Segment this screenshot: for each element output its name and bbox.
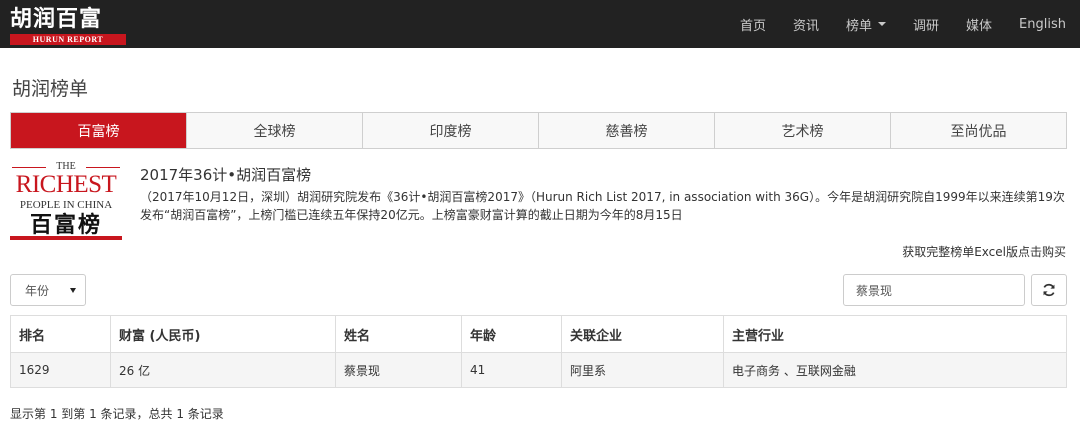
logo-chinese-text: 胡润百富 xyxy=(10,6,103,32)
nav-media[interactable]: 媒体 xyxy=(966,15,992,34)
cell-age: 41 xyxy=(461,352,562,388)
pagination-info: 显示第 1 到第 1 条记录，总共 1 条记录 xyxy=(10,407,224,421)
list-tabs: 百富榜 全球榜 印度榜 慈善榜 艺术榜 至尚优品 xyxy=(10,112,1067,149)
tab-luxury[interactable]: 至尚优品 xyxy=(890,113,1066,148)
tab-india[interactable]: 印度榜 xyxy=(362,113,538,148)
header-age[interactable]: 年龄 xyxy=(461,315,562,353)
nav-lists-dropdown[interactable]: 榜单 xyxy=(846,15,887,34)
intro-description: （2017年10月12日，深圳）胡润研究院发布《36计•胡润百富榜2017》（H… xyxy=(140,190,1065,222)
intro-title: 2017年36计•胡润百富榜 xyxy=(140,166,312,184)
cell-industry: 电子商务 、互联网金融 xyxy=(723,352,1067,388)
refresh-icon xyxy=(1043,283,1055,297)
main-nav: 首页 资讯 榜单 调研 媒体 English xyxy=(713,0,1066,48)
tab-art[interactable]: 艺术榜 xyxy=(714,113,890,148)
search-input[interactable] xyxy=(843,274,1025,306)
cell-company: 阿里系 xyxy=(561,352,724,388)
cell-wealth: 26 亿 xyxy=(110,352,336,388)
logo-english-text: HURUN REPORT xyxy=(10,34,126,45)
logo-richest: RICHEST xyxy=(15,171,117,198)
nav-lists-label: 榜单 xyxy=(846,18,873,34)
table-row[interactable]: 1629 26 亿 蔡景现 41 阿里系 电子商务 、互联网金融 xyxy=(10,352,1067,388)
nav-english[interactable]: English xyxy=(1019,17,1066,32)
header-industry[interactable]: 主营行业 xyxy=(723,315,1067,353)
buy-excel-link[interactable]: 获取完整榜单Excel版点击购买 xyxy=(902,243,1066,260)
logo-baifubang: 百富榜 xyxy=(29,212,102,238)
header-wealth[interactable]: 财富 (人民币) xyxy=(110,315,336,353)
logo-underline xyxy=(10,236,122,240)
top-navbar: 胡润百富 HURUN REPORT 首页 资讯 榜单 调研 媒体 English xyxy=(0,0,1080,48)
refresh-button[interactable] xyxy=(1031,274,1067,306)
nav-news[interactable]: 资讯 xyxy=(793,15,819,34)
chevron-down-icon xyxy=(70,288,76,293)
tab-philanthropy[interactable]: 慈善榜 xyxy=(538,113,714,148)
nav-home[interactable]: 首页 xyxy=(740,15,766,34)
hurun-logo[interactable]: 胡润百富 HURUN REPORT xyxy=(10,5,128,45)
page-title: 胡润榜单 xyxy=(12,78,89,100)
nav-research[interactable]: 调研 xyxy=(913,15,939,34)
header-company[interactable]: 关联企业 xyxy=(561,315,724,353)
table-header-row: 排名 财富 (人民币) 姓名 年龄 关联企业 主营行业 xyxy=(10,315,1067,353)
caret-down-icon xyxy=(878,22,887,26)
cell-name: 蔡景现 xyxy=(335,352,462,388)
tab-global[interactable]: 全球榜 xyxy=(186,113,362,148)
tab-rich-list[interactable]: 百富榜 xyxy=(11,113,186,148)
year-select[interactable]: 年份 xyxy=(10,274,86,306)
header-name[interactable]: 姓名 xyxy=(335,315,462,353)
header-rank[interactable]: 排名 xyxy=(10,315,111,353)
richest-people-logo: THE RICHEST PEOPLE IN CHINA 百富榜 xyxy=(10,160,122,240)
rich-list-table: 排名 财富 (人民币) 姓名 年龄 关联企业 主营行业 1629 26 亿 蔡景… xyxy=(10,315,1067,388)
logo-people-in-china: PEOPLE IN CHINA xyxy=(19,199,113,211)
year-select-label: 年份 xyxy=(25,283,50,298)
cell-rank: 1629 xyxy=(10,352,111,388)
